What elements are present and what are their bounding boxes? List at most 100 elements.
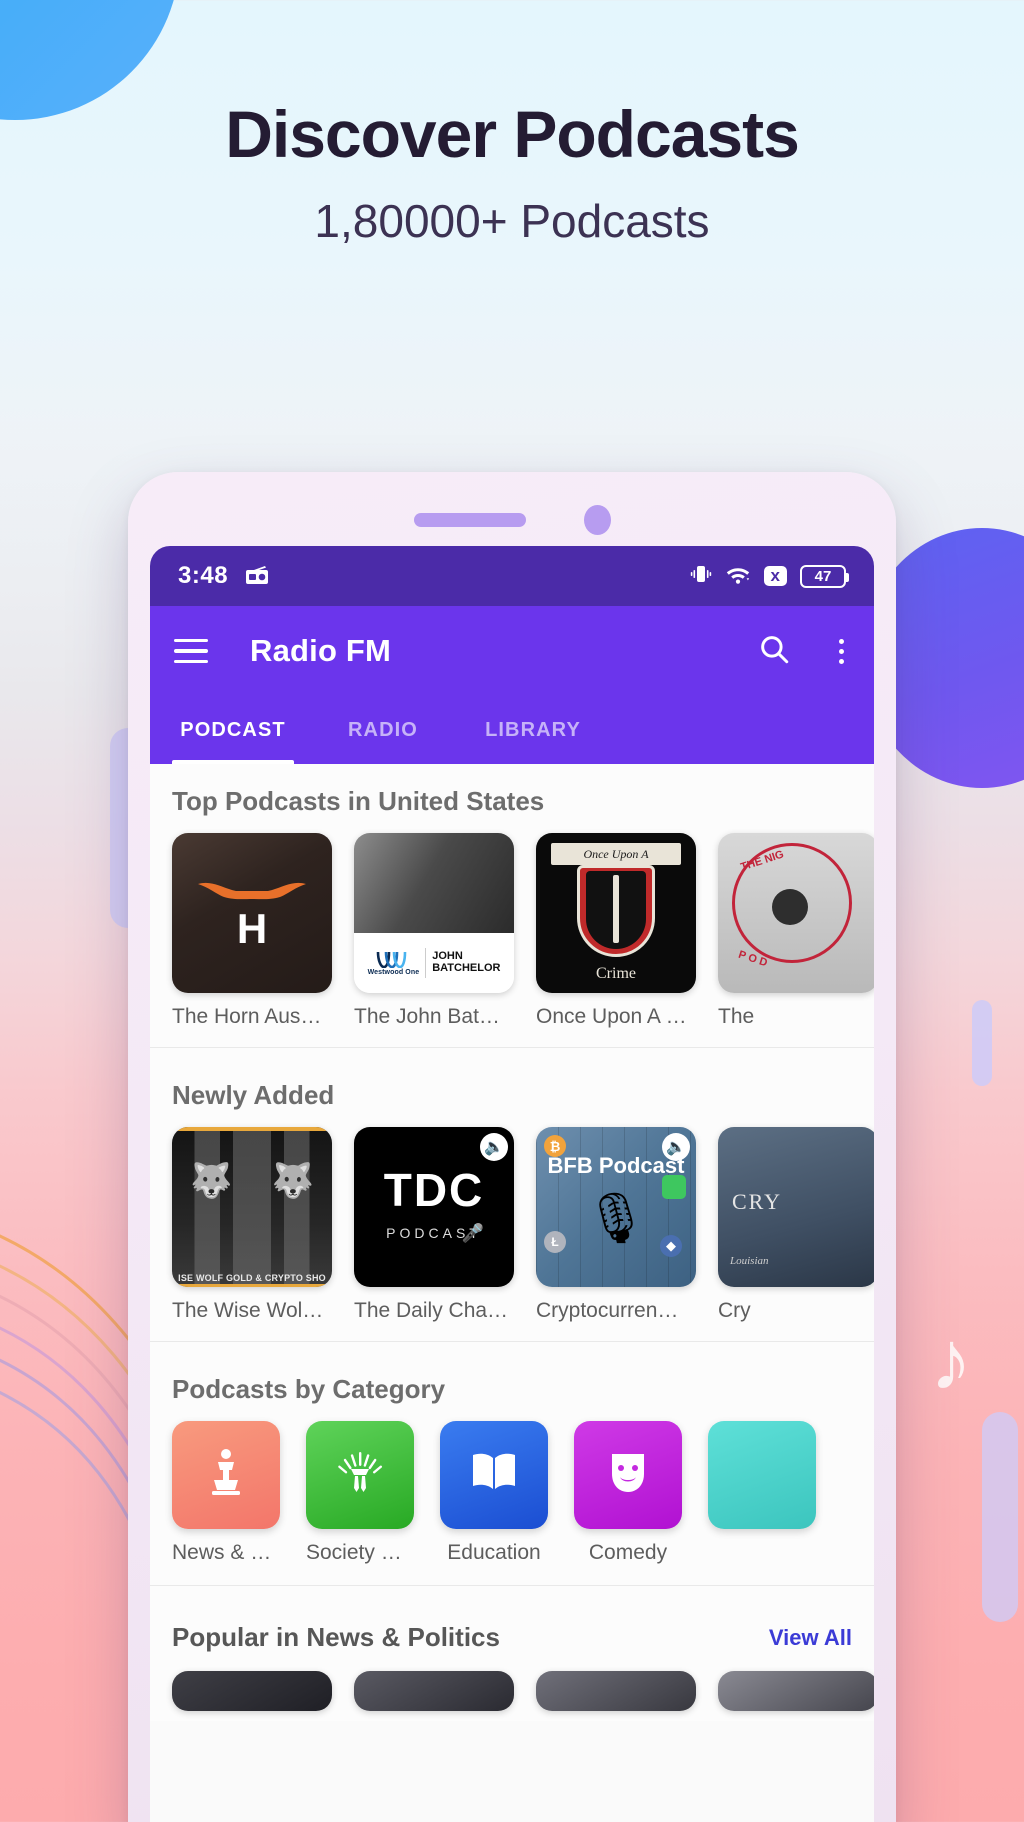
tab-bar: PODCAST RADIO LIBRARY (150, 696, 874, 764)
section-popular-news-politics: Popular in News & Politics View All (150, 1596, 874, 1721)
background-lavender-chip-right (982, 1412, 1018, 1622)
status-bar-right: x 47 (690, 563, 849, 590)
podcast-artwork: CRY Louisian (718, 1127, 874, 1287)
podcast-card[interactable] (354, 1671, 514, 1711)
tab-library[interactable]: LIBRARY (458, 696, 608, 764)
category-card-next[interactable] (708, 1421, 816, 1565)
network-branding: Westwood One JOHN BATCHELOR (354, 933, 514, 993)
podcast-artwork: 🔈 ₿ Ł ◆ BFB Podcast 🎙 (536, 1127, 696, 1287)
section-newly-added: Newly Added 🐺 🐺 ISE WOLF GOLD & CRYPTO S… (150, 1058, 874, 1352)
podcast-artwork (172, 1671, 332, 1711)
battery-indicator: 47 (800, 564, 849, 588)
wifi-icon (725, 563, 751, 590)
category-card-news-politics[interactable]: News & Pol… (172, 1421, 280, 1565)
hamburger-menu-icon[interactable] (174, 638, 208, 664)
podcast-title: The Horn Aus… (172, 1005, 322, 1028)
tab-podcast[interactable]: PODCAST (158, 696, 308, 764)
section-title: Newly Added (172, 1080, 335, 1110)
host-name: JOHN BATCHELOR (432, 950, 501, 974)
more-vertical-icon[interactable] (833, 638, 850, 664)
section-title: Popular in News & Politics (172, 1622, 500, 1652)
music-note-icon: ♪ (930, 1313, 972, 1407)
podcast-content: Top Podcasts in United States H The Horn… (150, 764, 874, 1822)
podcast-title: Once Upon A … (536, 1005, 687, 1028)
category-card-comedy[interactable]: Comedy (574, 1421, 682, 1565)
podcast-artwork: 🐺 🐺 ISE WOLF GOLD & CRYPTO SHO (172, 1127, 332, 1287)
category-card-education[interactable]: Education (440, 1421, 548, 1565)
category-tile (574, 1421, 682, 1529)
podcast-title: The (718, 1005, 755, 1028)
podcast-card[interactable]: Once Upon A Crime Once Upon A … (536, 833, 696, 1029)
category-label: Comedy (588, 1541, 668, 1564)
category-tile (172, 1421, 280, 1529)
vibrate-icon (690, 563, 712, 590)
artwork-caption: CRY (732, 1189, 783, 1214)
podcast-row: H The Horn Aus… Westwood One JOHN BATCHE… (150, 833, 874, 1029)
front-camera-icon (583, 505, 611, 535)
tab-radio[interactable]: RADIO (308, 696, 458, 764)
podcast-card[interactable]: Westwood One JOHN BATCHELOR The John Bat… (354, 833, 514, 1029)
speaker-icon: 🔈 (480, 1133, 508, 1161)
podcast-card[interactable]: CRY Louisian Cry (718, 1127, 874, 1323)
page-subtitle: 1,80000+ Podcasts (314, 195, 710, 247)
section-divider (150, 1047, 874, 1048)
phone-mockup: 3:48 x 47 Radio FM PODCAST RADIO LIBRARY… (128, 472, 896, 1822)
podcast-artwork (536, 1671, 696, 1711)
app-title: Radio FM (250, 633, 392, 668)
page-title: Discover Podcasts (225, 97, 800, 171)
podcast-card[interactable] (718, 1671, 874, 1711)
podcast-title: Cryptocurren… (536, 1299, 679, 1322)
host-photo (354, 833, 514, 933)
category-label: Society & C… (306, 1541, 414, 1564)
artwork-caption: ISE WOLF GOLD & CRYPTO SHO (178, 1273, 326, 1283)
status-time: 3:48 (178, 562, 229, 589)
book-icon (469, 1450, 519, 1501)
app-bar: Radio FM (150, 606, 874, 696)
radio-icon (244, 564, 270, 589)
podcast-card[interactable]: 🔈 TDC PODCAST 🎤 The Daily Cha… (354, 1127, 514, 1323)
category-tile (708, 1421, 816, 1529)
category-card-society-culture[interactable]: Society & C… (306, 1421, 414, 1565)
podcast-artwork: Once Upon A Crime (536, 833, 696, 993)
status-bar: 3:48 x 47 (150, 546, 874, 606)
podium-icon (204, 1448, 248, 1503)
podcast-title: The Daily Cha… (354, 1299, 509, 1322)
podcast-artwork (354, 1671, 514, 1711)
signal-off-icon: x (763, 566, 787, 586)
podcast-artwork: 🔈 TDC PODCAST 🎤 (354, 1127, 514, 1287)
podcast-card[interactable]: 🐺 🐺 ISE WOLF GOLD & CRYPTO SHO The Wise … (172, 1127, 332, 1323)
longhorn-logo-icon: H (172, 833, 332, 993)
section-header: Podcasts by Category (150, 1374, 874, 1421)
section-categories: Podcasts by Category News & Po Society &… (150, 1352, 874, 1596)
section-divider (150, 1341, 874, 1342)
background-lavender-chip-mid (972, 1000, 992, 1086)
section-title: Podcasts by Category (172, 1374, 446, 1404)
search-icon[interactable] (743, 632, 805, 671)
phone-screen: 3:48 x 47 Radio FM PODCAST RADIO LIBRARY… (150, 546, 874, 1822)
view-all-link[interactable]: View All (769, 1625, 852, 1651)
podcast-row (150, 1665, 874, 1711)
podcast-artwork: H (172, 833, 332, 993)
podcast-card[interactable]: THE NIG P O D The (718, 833, 874, 1029)
artwork-caption: BFB Podcast (547, 1153, 685, 1178)
category-label: Education (447, 1541, 541, 1564)
section-header: Top Podcasts in United States (150, 786, 874, 833)
headdress-icon (336, 1448, 384, 1503)
mask-icon (606, 1448, 650, 1503)
section-title: Top Podcasts in United States (172, 786, 545, 816)
podcast-artwork: Westwood One JOHN BATCHELOR (354, 833, 514, 993)
podcast-title: Cry (718, 1299, 751, 1322)
status-bar-left: 3:48 (178, 562, 270, 590)
podcast-artwork: THE NIG P O D (718, 833, 874, 993)
podcast-card[interactable]: H The Horn Aus… (172, 833, 332, 1029)
earpiece-speaker-icon (413, 513, 526, 527)
podcast-card[interactable] (536, 1671, 696, 1711)
podcast-card[interactable]: 🔈 ₿ Ł ◆ BFB Podcast 🎙 Cryptocurren… (536, 1127, 696, 1323)
podcast-card[interactable] (172, 1671, 332, 1711)
podcast-artwork (718, 1671, 874, 1711)
podcast-row: 🐺 🐺 ISE WOLF GOLD & CRYPTO SHO The Wise … (150, 1127, 874, 1323)
category-tile (440, 1421, 548, 1529)
category-row: News & Pol… (150, 1421, 874, 1565)
podcast-title: The Wise Wol… (172, 1299, 324, 1322)
section-top-podcasts: Top Podcasts in United States H The Horn… (150, 764, 874, 1058)
